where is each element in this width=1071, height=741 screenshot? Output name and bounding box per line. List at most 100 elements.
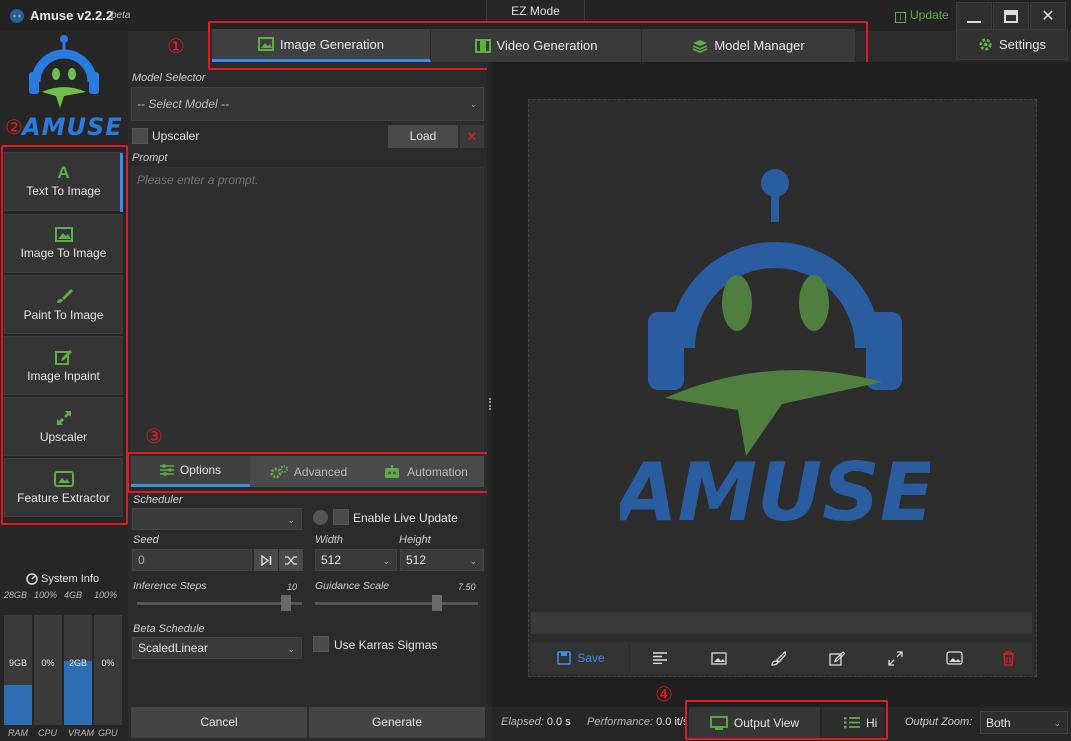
close-button[interactable]: ✕ [1030, 2, 1066, 30]
height-label: Height [399, 534, 431, 546]
maximize-button[interactable] [993, 2, 1029, 30]
live-update-checkbox[interactable] [333, 509, 349, 525]
robot-icon [385, 464, 400, 478]
elapsed-label: Elapsed: [501, 716, 544, 728]
prompt-label: Prompt [132, 152, 168, 164]
sliders-icon [159, 464, 174, 476]
tab-options[interactable]: Options [131, 456, 250, 487]
meter-cpu [34, 615, 62, 725]
tab-advanced[interactable]: Advanced [250, 456, 367, 487]
meter-value: 2GB [68, 658, 87, 668]
edit-icon [828, 650, 845, 666]
tab-image-generation[interactable]: Image Generation [212, 29, 431, 62]
system-info-title: System Info [26, 573, 99, 585]
meter-vram [64, 615, 92, 725]
sidebar-item-text-to-image[interactable]: A Text To Image [4, 152, 123, 212]
upscaler-label: Upscaler [152, 129, 200, 143]
seed-input[interactable]: 0 [132, 549, 252, 571]
meter-name: GPU [98, 728, 118, 738]
expand-icon [56, 410, 71, 425]
letter-a-icon: A [57, 163, 70, 182]
load-button[interactable]: Load [388, 125, 458, 148]
performance-value: 0.0 it/s [656, 716, 687, 728]
sidebar-item-label: Image Inpaint [27, 368, 100, 383]
app-beta-badge: beta [111, 10, 131, 21]
tab-video-generation[interactable]: Video Generation [431, 29, 642, 62]
model-select[interactable]: -- Select Model -- ⌄ [131, 87, 484, 121]
gear-icon [979, 38, 992, 51]
steps-label: Inference Steps [133, 580, 207, 592]
app-title: Amuse v2.2.2 [30, 8, 114, 23]
seed-random-button[interactable] [279, 549, 303, 571]
output-view-button[interactable]: Output View [689, 707, 820, 738]
steps-slider-thumb[interactable] [280, 595, 291, 611]
delete-button[interactable] [985, 643, 1032, 673]
history-button[interactable]: Hi [822, 707, 884, 738]
beta-schedule-label: Beta Schedule [133, 623, 205, 635]
film-icon [474, 38, 491, 53]
model-selector-label: Model Selector [132, 72, 206, 84]
height-value: 512 [406, 553, 427, 567]
close-icon: ✕ [1041, 8, 1055, 25]
scheduler-select[interactable]: ⌄ [132, 508, 302, 530]
send-to-image-button[interactable] [690, 643, 747, 673]
sidebar-item-upscaler[interactable]: Upscaler [4, 397, 123, 456]
cancel-button[interactable]: Cancel [131, 707, 307, 738]
prompt-input[interactable] [131, 167, 484, 452]
meter-value: 0% [41, 658, 55, 668]
sidebar-item-image-inpaint[interactable]: Image Inpaint [4, 336, 123, 395]
guidance-value: 7.50 [458, 582, 476, 592]
upscaler-checkbox[interactable] [132, 128, 148, 144]
annotation-label-3: ③ [145, 424, 163, 448]
sidebar-item-label: Upscaler [39, 429, 88, 444]
meter-max-label: 100% [94, 590, 118, 600]
sidebar-item-label: Text To Image [26, 184, 101, 198]
beta-schedule-select[interactable]: ScaledLinear ⌄ [132, 637, 302, 659]
meter-name: CPU [38, 728, 58, 738]
tab-model-manager[interactable]: Model Manager [642, 29, 856, 62]
seed-reset-button[interactable] [254, 549, 278, 571]
performance-label: Performance: [587, 716, 654, 728]
width-select[interactable]: 512 ⌄ [315, 549, 397, 571]
height-select[interactable]: 512 ⌄ [400, 549, 484, 571]
send-to-feature-extractor-button[interactable] [926, 643, 983, 673]
meter-name: RAM [8, 728, 28, 738]
output-zoom-value: Both [986, 715, 1011, 730]
amuse-watermark-logo-icon: AMUSE [620, 169, 930, 536]
clear-model-icon[interactable]: ✕ [460, 125, 484, 148]
update-button[interactable]: i Update [895, 8, 949, 23]
sidebar-item-image-to-image[interactable]: Image To Image [4, 214, 123, 273]
chevron-down-icon: ⌄ [469, 556, 477, 566]
annotation-label-4: ④ [655, 682, 673, 706]
output-zoom-label: Output Zoom: [905, 716, 973, 728]
meter-max-label: 28GB [4, 590, 28, 600]
meter-max-label: 4GB [64, 590, 83, 600]
settings-button[interactable]: Settings [956, 29, 1068, 60]
minimize-button[interactable] [956, 2, 992, 30]
send-to-upscaler-button[interactable] [867, 643, 924, 673]
settings-label: Settings [999, 37, 1046, 52]
tab-label: Model Manager [714, 38, 805, 53]
seed-value: 0 [138, 553, 145, 567]
ez-mode-button[interactable]: EZ Mode [486, 0, 585, 22]
guidance-slider-thumb[interactable] [432, 595, 443, 611]
output-view-label: Output View [733, 715, 800, 730]
sidebar-item-feature-extractor[interactable]: Feature Extractor [4, 458, 123, 517]
output-zoom-select[interactable]: Both ⌄ [980, 711, 1068, 734]
save-button[interactable]: Save [533, 643, 630, 673]
guidance-label: Guidance Scale [315, 580, 390, 592]
meter-value: 0% [101, 658, 115, 668]
karras-label: Use Karras Sigmas [334, 638, 438, 652]
align-left-icon [652, 652, 667, 664]
karras-checkbox[interactable] [313, 636, 329, 652]
send-to-inpaint-button[interactable] [808, 643, 865, 673]
send-to-paint-button[interactable] [749, 643, 806, 673]
tab-automation[interactable]: Automation [367, 456, 484, 487]
details-button[interactable] [631, 643, 688, 673]
output-progress-bar [531, 612, 1032, 634]
app-logo-icon [10, 9, 24, 23]
generate-button[interactable]: Generate [309, 707, 485, 738]
meter-fill [64, 661, 92, 725]
sidebar-item-paint-to-image[interactable]: Paint To Image [4, 275, 123, 334]
scheduler-label: Scheduler [133, 494, 183, 506]
